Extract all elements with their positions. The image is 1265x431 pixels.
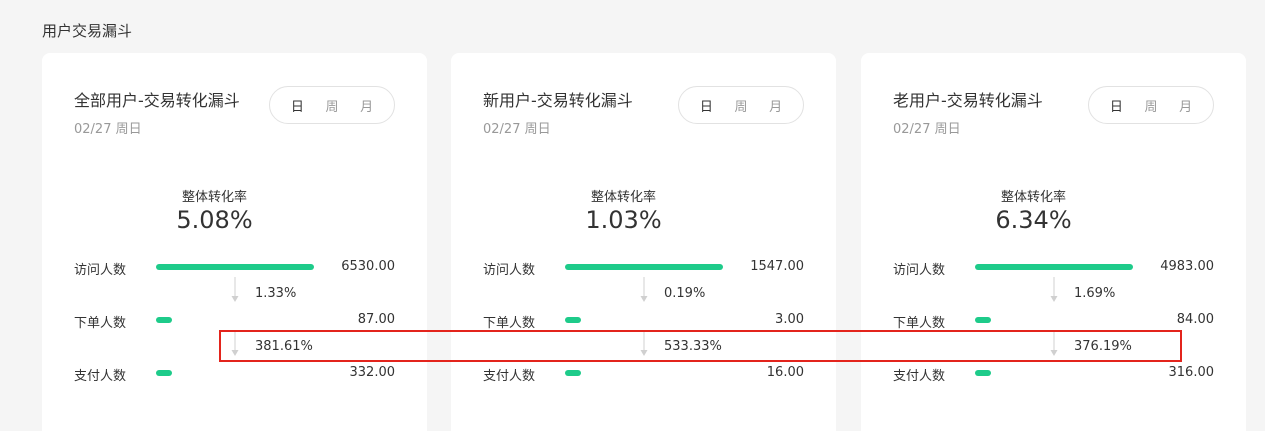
overall-conversion-label: 整体转化率 [181, 190, 247, 205]
toggle-day[interactable]: 日 [700, 96, 713, 115]
card-title: 老用户-交易转化漏斗 [893, 91, 1043, 110]
row-label-visits: 访问人数 [893, 263, 946, 278]
row-label-payments: 支付人数 [74, 369, 127, 384]
toggle-month[interactable]: 月 [769, 96, 782, 115]
down-arrow-icon [640, 331, 648, 357]
down-arrow-icon [1050, 277, 1058, 303]
down-arrow-icon [231, 277, 239, 303]
down-arrow-icon [640, 277, 648, 303]
bar-payments [156, 370, 172, 376]
toggle-month[interactable]: 月 [1179, 96, 1192, 115]
row-value-visits: 1547.00 [750, 259, 804, 274]
row-label-payments: 支付人数 [483, 369, 536, 384]
row-value-payments: 316.00 [1168, 365, 1215, 380]
bar-track-payments [565, 370, 723, 376]
row-value-orders: 3.00 [775, 312, 804, 327]
step-rate-order: 1.33% [255, 286, 297, 301]
row-label-orders: 下单人数 [483, 316, 536, 331]
funnel-card-returning-users: 老用户-交易转化漏斗 02/27 周日 日 周 月 整体转化率 6.34% 访问… [861, 53, 1246, 431]
step-rate-order: 1.69% [1074, 286, 1116, 301]
toggle-week[interactable]: 周 [1144, 96, 1157, 115]
row-label-visits: 访问人数 [483, 263, 536, 278]
bar-orders [156, 317, 172, 323]
bar-visits [565, 264, 723, 270]
period-toggle: 日 周 月 [1088, 86, 1214, 124]
row-label-orders: 下单人数 [893, 316, 946, 331]
toggle-day[interactable]: 日 [291, 96, 304, 115]
bar-payments [975, 370, 991, 376]
bar-orders [975, 317, 991, 323]
toggle-day[interactable]: 日 [1110, 96, 1123, 115]
card-title: 全部用户-交易转化漏斗 [74, 91, 240, 110]
section-title: 用户交易漏斗 [42, 22, 133, 40]
period-toggle: 日 周 月 [269, 86, 395, 124]
overall-conversion: 整体转化率 1.03% [431, 190, 816, 234]
row-value-payments: 332.00 [349, 365, 396, 380]
bar-track-orders [975, 317, 1133, 323]
overall-conversion-value: 5.08% [176, 206, 253, 234]
bar-track-orders [565, 317, 723, 323]
bar-track-visits [156, 264, 314, 270]
bar-visits [975, 264, 1133, 270]
bar-track-payments [975, 370, 1133, 376]
card-date: 02/27 周日 [74, 122, 142, 137]
step-rate-order: 0.19% [664, 286, 706, 301]
toggle-week[interactable]: 周 [734, 96, 747, 115]
card-date: 02/27 周日 [483, 122, 551, 137]
overall-conversion-label: 整体转化率 [590, 190, 656, 205]
row-value-visits: 4983.00 [1160, 259, 1214, 274]
funnel-card-new-users: 新用户-交易转化漏斗 02/27 周日 日 周 月 整体转化率 1.03% 访问… [451, 53, 836, 431]
overall-conversion-label: 整体转化率 [1000, 190, 1066, 205]
step-rate-payment: 533.33% [664, 339, 722, 354]
toggle-month[interactable]: 月 [360, 96, 373, 115]
row-label-orders: 下单人数 [74, 316, 127, 331]
bar-payments [565, 370, 581, 376]
bar-orders [565, 317, 581, 323]
row-label-payments: 支付人数 [893, 369, 946, 384]
page: 用户交易漏斗 全部用户-交易转化漏斗 02/27 周日 日 周 月 整体转化率 … [0, 0, 1265, 431]
overall-conversion: 整体转化率 6.34% [841, 190, 1226, 234]
overall-conversion-value: 1.03% [585, 206, 662, 234]
bar-track-payments [156, 370, 314, 376]
bar-track-visits [565, 264, 723, 270]
bar-track-orders [156, 317, 314, 323]
down-arrow-icon [231, 331, 239, 357]
row-value-payments: 16.00 [766, 365, 804, 380]
funnel-card-all-users: 全部用户-交易转化漏斗 02/27 周日 日 周 月 整体转化率 5.08% 访… [42, 53, 427, 431]
card-date: 02/27 周日 [893, 122, 961, 137]
row-value-visits: 6530.00 [341, 259, 395, 274]
row-value-orders: 87.00 [357, 312, 395, 327]
row-label-visits: 访问人数 [74, 263, 127, 278]
bar-visits [156, 264, 314, 270]
step-rate-payment: 381.61% [255, 339, 313, 354]
overall-conversion-value: 6.34% [995, 206, 1072, 234]
step-rate-payment: 376.19% [1074, 339, 1132, 354]
period-toggle: 日 周 月 [678, 86, 804, 124]
toggle-week[interactable]: 周 [325, 96, 338, 115]
down-arrow-icon [1050, 331, 1058, 357]
card-title: 新用户-交易转化漏斗 [483, 91, 633, 110]
row-value-orders: 84.00 [1176, 312, 1214, 327]
bar-track-visits [975, 264, 1133, 270]
overall-conversion: 整体转化率 5.08% [22, 190, 407, 234]
